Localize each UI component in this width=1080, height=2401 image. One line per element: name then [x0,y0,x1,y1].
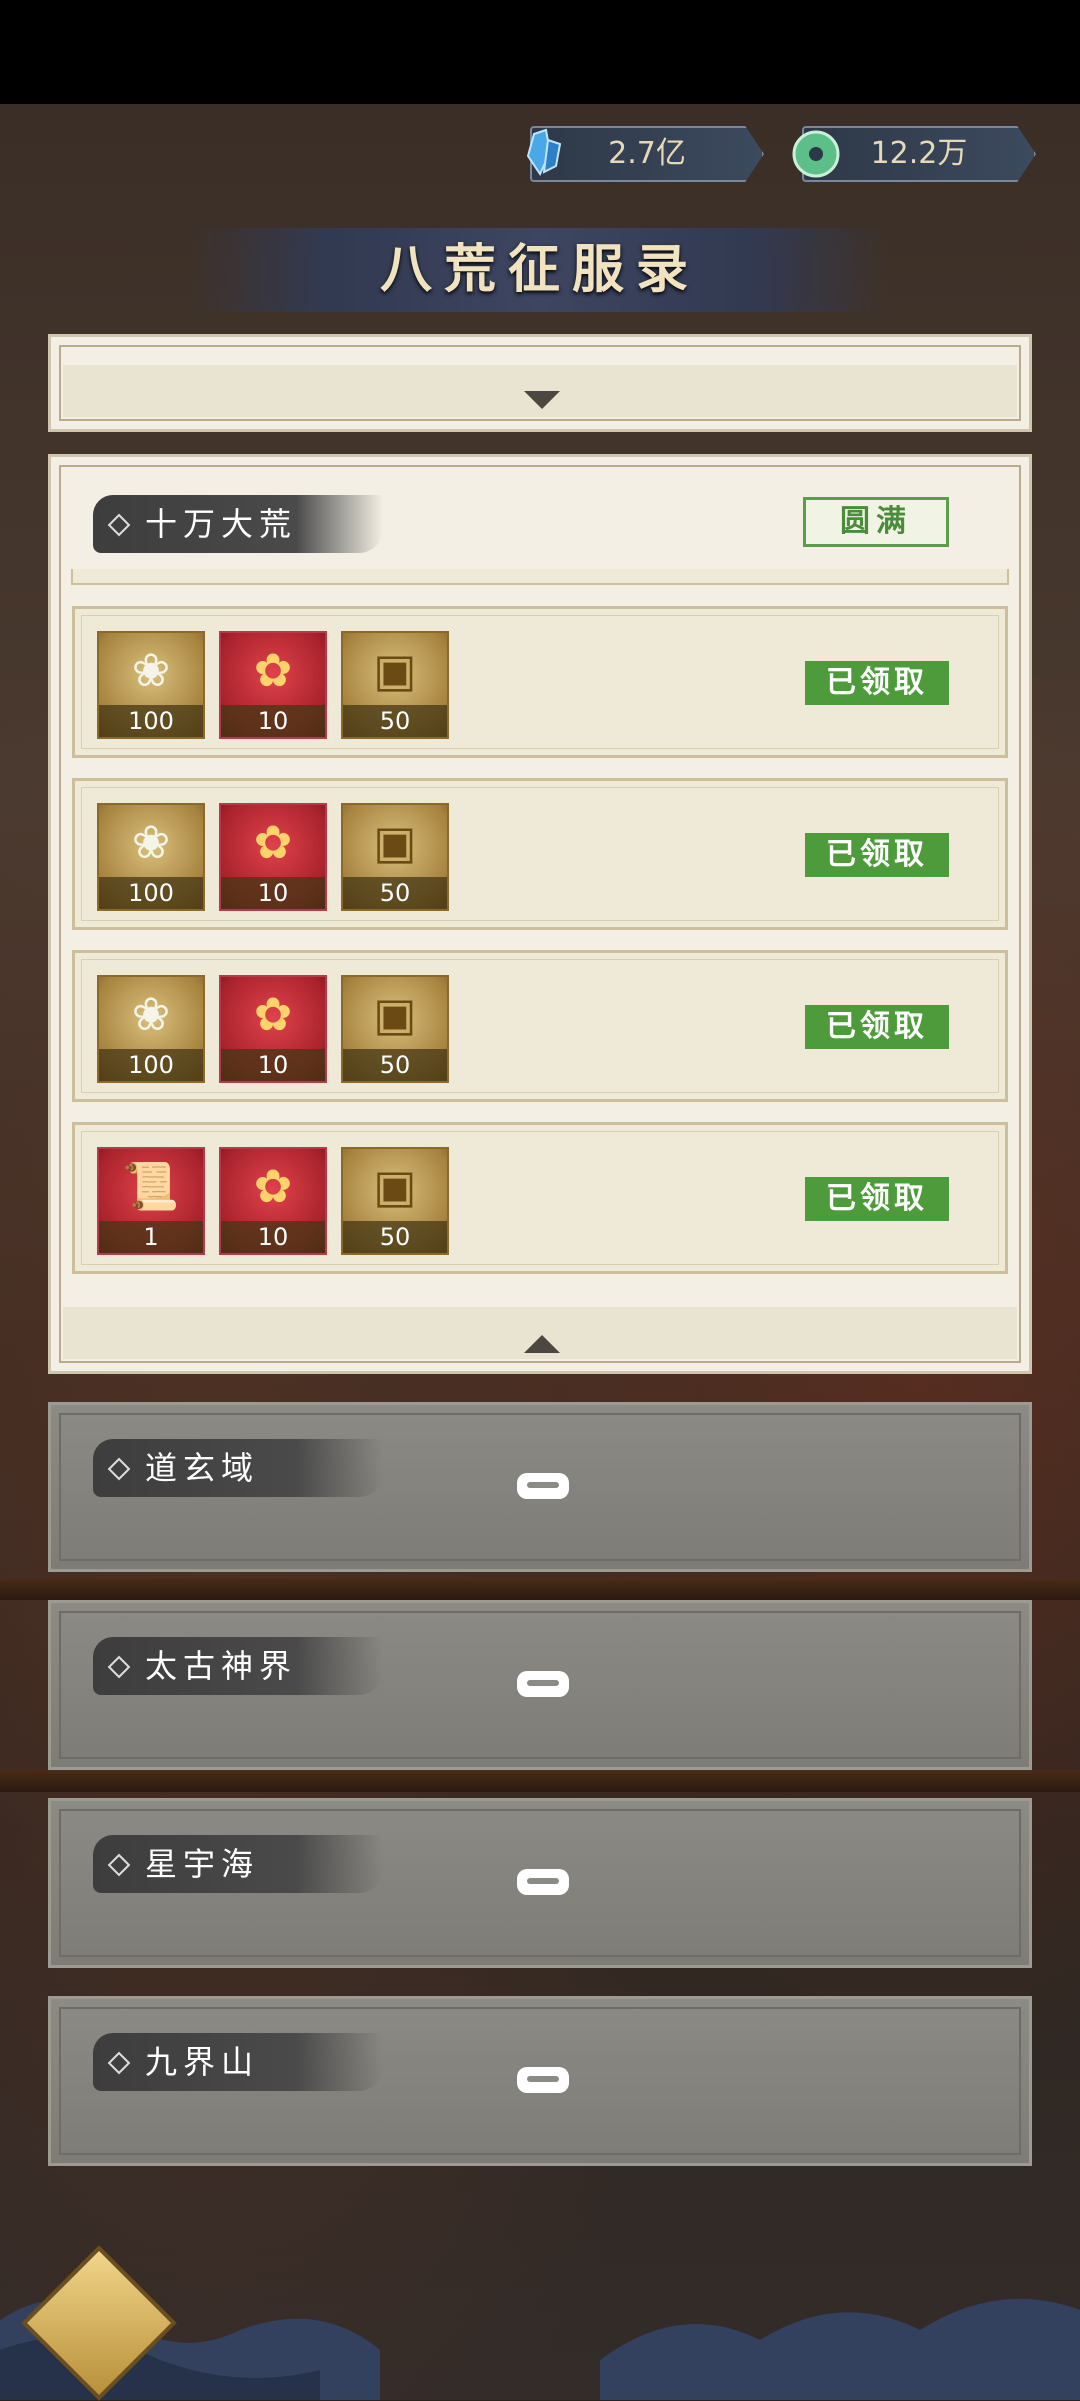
treasure-chest-icon[interactable]: ▣ 50 [341,631,449,739]
reward-row: 📜 1 ✿ 10 ▣ 50 已领取 [72,1122,1008,1274]
spirit-flame-icon[interactable]: ❀ 100 [97,975,205,1083]
section-name: 星宇海 [145,1845,260,1883]
diamond-icon [107,1853,131,1877]
section-panel-locked[interactable]: 星宇海 [48,1798,1032,1968]
section-name: 道玄域 [145,1449,260,1487]
reward-row: ❀ 100 ✿ 10 ▣ 50 已领取 [72,778,1008,930]
collapsed-panel[interactable] [48,334,1032,432]
diamond-icon [107,1655,131,1679]
section-panel-locked[interactable]: 道玄域 [48,1402,1032,1572]
claimed-button[interactable]: 已领取 [805,661,949,705]
spirit-flame-icon[interactable]: ❀ 100 [97,803,205,911]
section-title-brush: 道玄域 [93,1439,383,1497]
red-gift-bag-icon[interactable]: ✿ 10 [219,631,327,739]
lock-icon [517,1671,569,1697]
section-name: 太古神界 [145,1647,298,1685]
treasure-chest-icon[interactable]: ▣ 50 [341,1147,449,1255]
status-stamp: 圆满 [803,497,949,547]
section-title-brush: 九界山 [93,2033,383,2091]
diamond-icon [107,513,131,537]
section-title-brush: 十万大荒 [93,495,383,553]
red-gift-bag-icon[interactable]: ✿ 10 [219,803,327,911]
section-title-brush: 星宇海 [93,1835,383,1893]
diamond-icon [107,2051,131,2075]
reward-row: ❀ 100 ✿ 10 ▣ 50 已领取 [72,606,1008,758]
claimed-button[interactable]: 已领取 [805,1177,949,1221]
section-name: 九界山 [145,2043,260,2081]
claimed-button[interactable]: 已领取 [805,833,949,877]
scroll-icon[interactable]: 📜 1 [97,1147,205,1255]
treasure-chest-icon[interactable]: ▣ 50 [341,803,449,911]
shelf-decoration [0,1578,1080,1600]
jade-amount: 12.2万 [870,136,968,171]
red-gift-bag-icon[interactable]: ✿ 10 [219,1147,327,1255]
section-title-brush: 太古神界 [93,1637,383,1695]
crystal-amount: 2.7亿 [608,136,686,171]
page-title: 八荒征服录 [379,239,700,300]
reward-row: ❀ 100 ✿ 10 ▣ 50 已领取 [72,950,1008,1102]
lock-icon [517,1473,569,1499]
expand-arrow-icon[interactable] [524,391,560,409]
jade-coin-icon [792,130,840,178]
lock-icon [517,2067,569,2093]
shelf-decoration [0,1770,1080,1792]
blue-crystal-icon [526,128,562,177]
status-bar [0,0,1080,104]
claimed-button[interactable]: 已领取 [805,1005,949,1049]
lock-icon [517,1869,569,1895]
section-panel-locked[interactable]: 九界山 [48,1996,1032,2166]
collapse-arrow-icon[interactable] [524,1335,560,1353]
red-gift-bag-icon[interactable]: ✿ 10 [219,975,327,1083]
treasure-chest-icon[interactable]: ▣ 50 [341,975,449,1083]
spirit-flame-icon[interactable]: ❀ 100 [97,631,205,739]
section-name: 十万大荒 [145,505,298,543]
diamond-icon [107,1457,131,1481]
section-panel-locked[interactable]: 太古神界 [48,1600,1032,1770]
